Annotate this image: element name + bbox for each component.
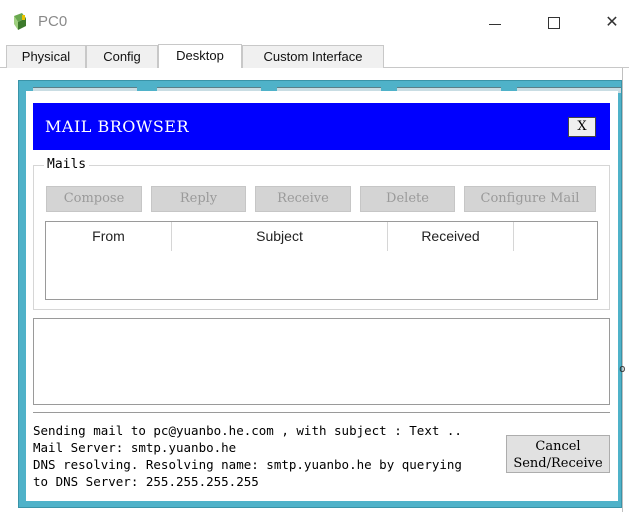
tab-custom-interface[interactable]: Custom Interface bbox=[242, 45, 384, 68]
configure-mail-button[interactable]: Configure Mail bbox=[464, 186, 596, 212]
delete-button[interactable]: Delete bbox=[360, 186, 455, 212]
status-log: Sending mail to pc@yuanbo.he.com , with … bbox=[33, 422, 503, 490]
title-bar: PC0 ✕ bbox=[0, 0, 629, 44]
pc0-window: PC0 ✕ Physical Config Desktop Custom Int… bbox=[0, 0, 629, 512]
mails-group: Mails Compose Reply Receive Delete Confi… bbox=[33, 157, 610, 310]
receive-button[interactable]: Receive bbox=[255, 186, 351, 212]
mail-browser-header: MAIL BROWSER X bbox=[33, 103, 610, 150]
close-window-button[interactable]: ✕ bbox=[600, 12, 624, 34]
minimize-button[interactable] bbox=[483, 12, 507, 34]
column-header-from[interactable]: From bbox=[46, 222, 172, 251]
status-line: DNS resolving. Resolving name: smtp.yuan… bbox=[33, 457, 462, 472]
edge-marker: o bbox=[619, 362, 626, 375]
scrollbar-edge[interactable] bbox=[622, 68, 629, 512]
cancel-send-receive-button[interactable]: Cancel Send/Receive bbox=[506, 435, 610, 473]
tab-config[interactable]: Config bbox=[86, 45, 158, 68]
cancel-button-label-line2: Send/Receive bbox=[513, 456, 603, 471]
divider bbox=[33, 412, 610, 413]
desktop-area: o MAIL BROWSER X Mails Compose Reply Rec… bbox=[0, 68, 629, 512]
cancel-button-label-line1: Cancel bbox=[535, 439, 581, 454]
mail-browser-app: MAIL BROWSER X Mails Compose Reply Recei… bbox=[26, 91, 618, 501]
compose-button[interactable]: Compose bbox=[46, 186, 142, 212]
tab-physical[interactable]: Physical bbox=[6, 45, 86, 68]
maximize-icon bbox=[548, 17, 560, 29]
column-header-extra[interactable] bbox=[514, 222, 598, 251]
status-line: Sending mail to pc@yuanbo.he.com , with … bbox=[33, 423, 462, 438]
tab-bar: Physical Config Desktop Custom Interface bbox=[0, 44, 629, 68]
maximize-button[interactable] bbox=[542, 12, 566, 34]
column-header-received[interactable]: Received bbox=[388, 222, 514, 251]
tab-desktop[interactable]: Desktop bbox=[158, 44, 242, 68]
mails-group-label: Mails bbox=[44, 157, 90, 172]
close-mail-browser-button[interactable]: X bbox=[568, 117, 596, 137]
window-title: PC0 bbox=[38, 13, 68, 30]
reply-button[interactable]: Reply bbox=[151, 186, 246, 212]
mail-browser-title: MAIL BROWSER bbox=[45, 117, 190, 136]
pc-device-icon bbox=[12, 12, 34, 32]
minimize-icon bbox=[489, 24, 501, 25]
status-line: to DNS Server: 255.255.255.255 bbox=[33, 474, 259, 489]
column-header-subject[interactable]: Subject bbox=[172, 222, 388, 251]
mail-body-view[interactable] bbox=[33, 318, 610, 405]
mail-list-table[interactable]: From Subject Received bbox=[45, 221, 598, 300]
close-icon: ✕ bbox=[605, 14, 619, 31]
status-line: Mail Server: smtp.yuanbo.he bbox=[33, 440, 237, 455]
